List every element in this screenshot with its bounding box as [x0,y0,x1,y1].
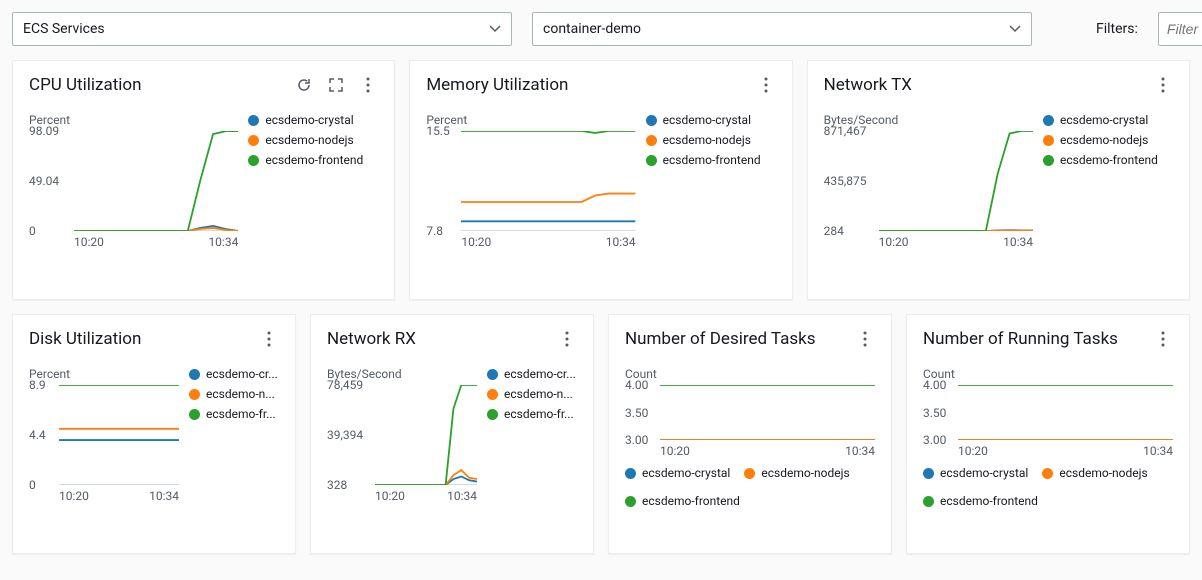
legend: ecsdemo-crystal ecsdemo-nodejs ecsdemo-f… [923,466,1173,508]
card-network-rx: Network RX Bytes/Second 78,45939,394328 … [310,314,594,554]
filter-bar: ECS Services container-demo Filters: [12,12,1190,46]
kebab-icon[interactable] [1153,329,1173,349]
chevron-down-icon [1009,23,1021,35]
legend-item: ecsdemo-nodejs [248,133,378,147]
card-title: Memory Utilization [426,75,568,95]
card-desired-tasks: Number of Desired Tasks Count 4.003.503.… [608,314,892,554]
kebab-icon[interactable] [557,329,577,349]
filters-input[interactable] [1158,12,1202,46]
legend: ecsdemo-crystal ecsdemo-nodejs ecsdemo-f… [1043,113,1173,287]
row-1: CPU Utilization Percent 98.0949.040 10:2… [12,60,1190,300]
row-2: Disk Utilization Percent 8.94.40 10:20 1… [12,314,1190,554]
card-actions [294,75,378,95]
card-title: Network TX [824,75,912,95]
refresh-icon[interactable] [294,75,314,95]
card-memory-utilization: Memory Utilization Percent 15.57.8 10:20… [409,60,792,300]
chevron-down-icon [489,23,501,35]
filters-label: Filters: [1096,21,1138,37]
card-title: CPU Utilization [29,75,141,95]
card-running-tasks: Number of Running Tasks Count 4.003.503.… [906,314,1190,554]
kebab-icon[interactable] [756,75,776,95]
legend: ecsdemo-cr... ecsdemo-n... ecsdemo-fr... [189,367,279,541]
unit-label: Percent [29,113,238,127]
legend: ecsdemo-cr... ecsdemo-n... ecsdemo-fr... [487,367,577,541]
kebab-icon[interactable] [259,329,279,349]
kebab-icon[interactable] [358,75,378,95]
chart-area: Percent 98.0949.040 10:20 10:34 [29,113,238,287]
swatch-icon [248,155,259,166]
legend-item: ecsdemo-frontend [248,153,378,167]
x-end: 10:34 [208,235,238,249]
legend: ecsdemo-crystal ecsdemo-nodejs ecsdemo-f… [646,113,776,287]
swatch-icon [248,135,259,146]
card-disk-utilization: Disk Utilization Percent 8.94.40 10:20 1… [12,314,296,554]
x-start: 10:20 [74,235,104,249]
resource-type-value: ECS Services [23,21,105,37]
kebab-icon[interactable] [1153,75,1173,95]
card-cpu-utilization: CPU Utilization Percent 98.0949.040 10:2… [12,60,395,300]
resource-type-select[interactable]: ECS Services [12,12,512,46]
legend: ecsdemo-crystal ecsdemo-nodejs ecsdemo-f… [248,113,378,287]
swatch-icon [248,115,259,126]
legend-item: ecsdemo-crystal [248,113,378,127]
card-network-tx: Network TX Bytes/Second 871,467435,87528… [807,60,1190,300]
expand-icon[interactable] [326,75,346,95]
unit-label: Percent [426,113,635,127]
kebab-icon[interactable] [855,329,875,349]
resource-select[interactable]: container-demo [532,12,1032,46]
legend: ecsdemo-crystal ecsdemo-nodejs ecsdemo-f… [625,466,875,508]
resource-value: container-demo [543,21,641,37]
